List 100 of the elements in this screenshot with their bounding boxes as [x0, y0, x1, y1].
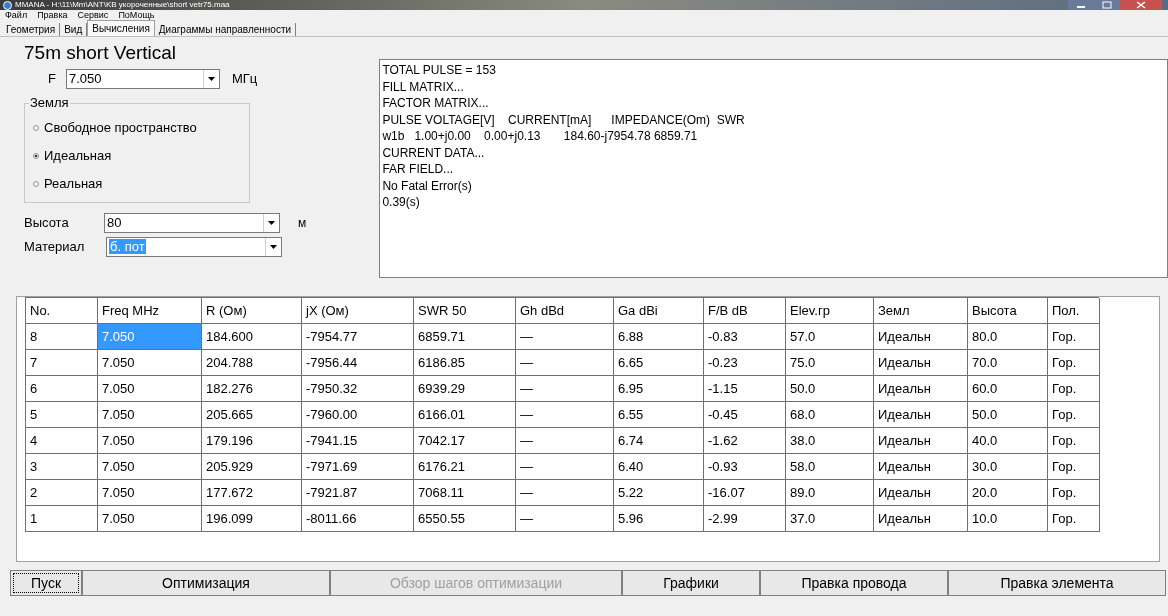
table-cell: 30.0 [968, 454, 1048, 480]
table-cell: Гор. [1048, 454, 1100, 480]
height-combo[interactable]: 80 [104, 213, 280, 233]
menu-item[interactable]: Сервис [77, 10, 109, 21]
action-button[interactable]: Графики [622, 570, 760, 596]
table-cell: Идеальн [874, 428, 968, 454]
menu-item[interactable]: Файл [5, 10, 28, 21]
table-cell: 57.0 [786, 324, 874, 350]
table-cell: — [516, 454, 614, 480]
table-cell: 7068.11 [414, 480, 516, 506]
action-button[interactable]: Правка элемента [948, 570, 1166, 596]
column-header[interactable]: Земл [874, 298, 968, 324]
action-button[interactable]: Правка провода [760, 570, 948, 596]
table-cell: Гор. [1048, 402, 1100, 428]
table-cell: — [516, 428, 614, 454]
column-header[interactable]: Пол. [1048, 298, 1100, 324]
table-cell: -0.23 [704, 350, 786, 376]
table-cell: Идеальн [874, 480, 968, 506]
log-line: FILL MATRIX... [382, 78, 465, 95]
table-cell: 7.050 [98, 324, 202, 350]
table-cell: Идеальн [874, 350, 968, 376]
table-cell: -1.62 [704, 428, 786, 454]
table-cell: -7956.44 [302, 350, 414, 376]
table-cell: 68.0 [786, 402, 874, 428]
menu-item[interactable]: ПоМощь [118, 10, 155, 21]
table-cell: 7.050 [98, 350, 202, 376]
column-header[interactable]: Ga dBi [614, 298, 704, 324]
table-cell: 1 [26, 506, 98, 532]
table-cell: 50.0 [786, 376, 874, 402]
column-header[interactable]: SWR 50 [414, 298, 516, 324]
radio-button[interactable] [33, 181, 39, 187]
table-cell: — [516, 402, 614, 428]
log-line: FAR FIELD... [382, 161, 455, 178]
column-header[interactable]: R (Ом) [202, 298, 302, 324]
frequency-label: F [48, 70, 56, 89]
action-button[interactable]: Пуск [10, 570, 82, 596]
height-unit: м [298, 215, 307, 232]
action-button[interactable]: Оптимизация [82, 570, 330, 596]
table-cell: -7954.77 [302, 324, 414, 350]
tab[interactable]: Вычисления [87, 20, 155, 36]
minimize-icon[interactable] [1068, 0, 1094, 10]
table-cell: 7.050 [98, 428, 202, 454]
table-cell: 196.099 [202, 506, 302, 532]
table-cell: 75.0 [786, 350, 874, 376]
close-icon[interactable] [1120, 0, 1162, 10]
table-cell: 177.672 [202, 480, 302, 506]
column-header[interactable]: Gh dBd [516, 298, 614, 324]
menu-item[interactable]: Правка [37, 10, 68, 21]
table-cell: — [516, 350, 614, 376]
log-line: CURRENT DATA... [382, 144, 486, 161]
radio-label[interactable]: Свободное пространство [44, 118, 197, 138]
frequency-unit: МГц [231, 70, 258, 89]
table-cell: 5.96 [614, 506, 704, 532]
table-cell: 7042.17 [414, 428, 516, 454]
table-cell: Гор. [1048, 428, 1100, 454]
caret-icon [270, 245, 277, 249]
table-cell: -7941.15 [302, 428, 414, 454]
window-title: MMANA - H:\11\Mm\ANT\KB укороченные\short vetr75.maa [15, 0, 230, 10]
log-line: 0.39(s) [382, 194, 421, 211]
table-cell: 182.276 [202, 376, 302, 402]
table-cell: 6.55 [614, 402, 704, 428]
table-cell: 6166.01 [414, 402, 516, 428]
log-line: PULSE VOLTAGE[V] CURRENT[mA] IMPEDANCE(Om) SWR [382, 111, 746, 128]
column-header[interactable]: Elev.гр [786, 298, 874, 324]
table-cell: -16.07 [704, 480, 786, 506]
table-cell: 70.0 [968, 350, 1048, 376]
table-cell: -7971.69 [302, 454, 414, 480]
table-cell: Идеальн [874, 506, 968, 532]
table-cell: 7 [26, 350, 98, 376]
table-cell: 205.929 [202, 454, 302, 480]
table-cell: Гор. [1048, 506, 1100, 532]
table-cell: 5.22 [614, 480, 704, 506]
table-cell: Идеальн [874, 376, 968, 402]
radio-button[interactable] [33, 153, 39, 159]
table-cell: 50.0 [968, 402, 1048, 428]
log-line: w1b 1.00+j0.00 0.00+j0.13 184.60-j7954.78 6859.71 [382, 128, 699, 145]
table-cell: 6176.21 [414, 454, 516, 480]
table-cell: -0.93 [704, 454, 786, 480]
column-header[interactable]: No. [26, 298, 98, 324]
table-cell: -7960.00 [302, 402, 414, 428]
column-header[interactable]: Высота [968, 298, 1048, 324]
tab[interactable]: Диаграммы направленности [154, 23, 297, 36]
column-header[interactable]: F/B dB [704, 298, 786, 324]
table-cell: 10.0 [968, 506, 1048, 532]
maximize-icon[interactable] [1094, 0, 1120, 10]
column-header[interactable]: jX (Ом) [302, 298, 414, 324]
radio-label[interactable]: Идеальная [44, 146, 112, 166]
table-cell: — [516, 376, 614, 402]
tab[interactable]: Геометрия [2, 23, 61, 36]
table-cell: 2 [26, 480, 98, 506]
radio-label[interactable]: Реальная [44, 174, 103, 194]
log-line: FACTOR MATRIX... [382, 95, 490, 112]
table-cell: -8011.66 [302, 506, 414, 532]
table-cell: -7950.32 [302, 376, 414, 402]
radio-button[interactable] [33, 125, 39, 131]
table-cell: 37.0 [786, 506, 874, 532]
table-cell: 6186.85 [414, 350, 516, 376]
app-icon [3, 0, 12, 10]
frequency-combo[interactable]: 7.050 [65, 69, 220, 89]
table-cell: 7.050 [98, 376, 202, 402]
